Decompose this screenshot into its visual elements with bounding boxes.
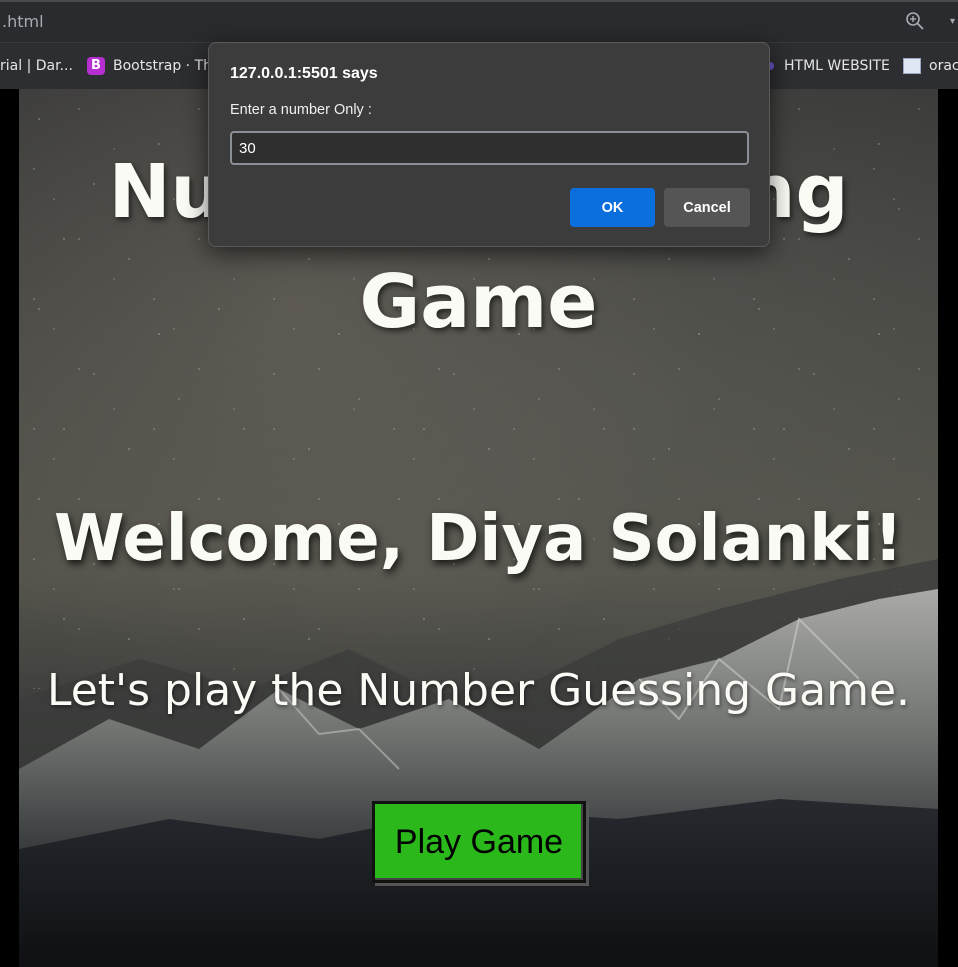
dialog-message: Enter a number Only : <box>230 102 372 118</box>
play-game-button[interactable]: Play Game <box>372 801 586 883</box>
mountain-range-image <box>19 559 938 967</box>
ok-button[interactable]: OK <box>570 188 655 227</box>
subtitle-text: Let's play the Number Guessing Game. <box>46 665 911 716</box>
address-bar[interactable]: .html ▾ <box>0 2 958 43</box>
page-icon <box>903 58 921 74</box>
address-url[interactable]: .html <box>2 12 44 31</box>
bookmark-label: orac <box>929 58 958 74</box>
bookmark-item-bootstrap[interactable]: B Bootstrap · The <box>87 43 221 89</box>
bookmark-label: HTML WEBSITE <box>784 58 890 74</box>
bookmark-item-oracle[interactable]: orac <box>903 43 958 89</box>
welcome-heading: Welcome, Diya Solanki! <box>54 502 903 576</box>
prompt-dialog: 127.0.0.1:5501 says Enter a number Only … <box>208 42 770 247</box>
bookmark-label: rial | Dar... <box>0 58 73 74</box>
dialog-origin: 127.0.0.1:5501 says <box>230 65 378 82</box>
chevron-down-icon[interactable]: ▾ <box>950 16 955 27</box>
bookmark-item-html-website[interactable]: HTML WEBSITE <box>766 43 890 89</box>
bootstrap-icon: B <box>87 57 105 75</box>
zoom-in-icon[interactable] <box>905 11 925 31</box>
cancel-button[interactable]: Cancel <box>664 188 750 227</box>
dialog-input[interactable] <box>230 131 749 165</box>
bookmark-label: Bootstrap · The <box>113 58 221 74</box>
bookmark-item-tutorial[interactable]: rial | Dar... <box>0 43 73 89</box>
